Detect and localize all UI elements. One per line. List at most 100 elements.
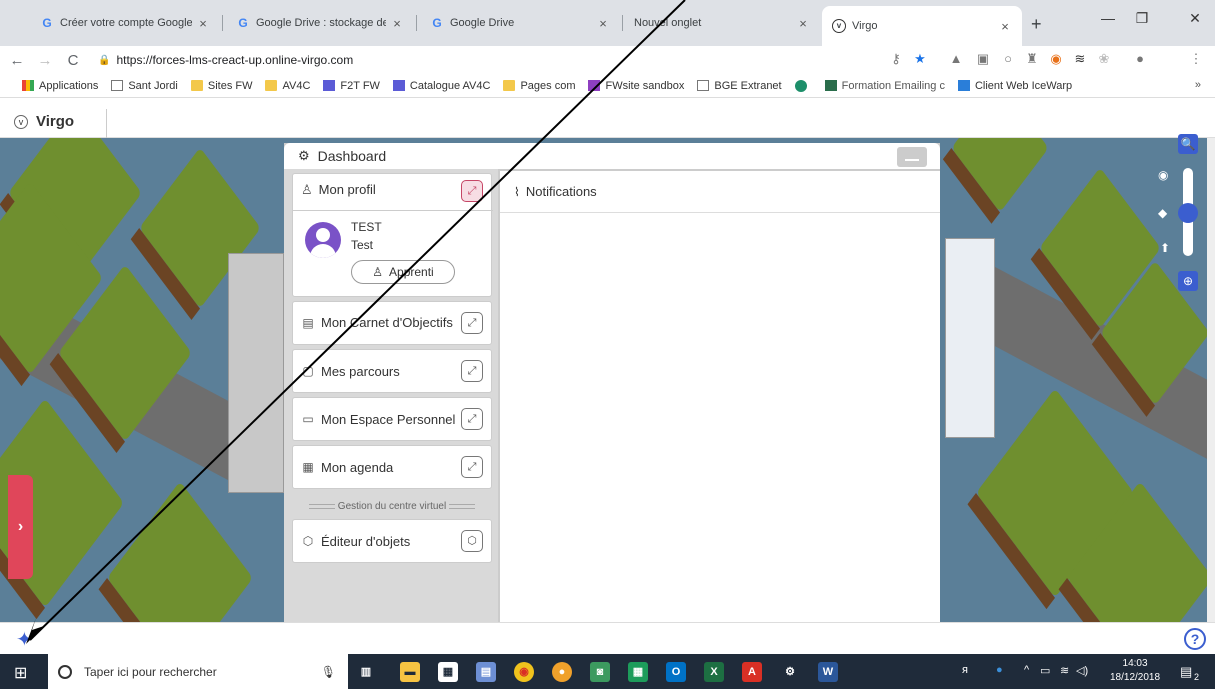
close-tab-icon[interactable]: ×: [596, 16, 610, 31]
extension-icon[interactable]: ▣: [975, 51, 991, 67]
bookmark-formation-emailing[interactable]: Formation Emailing c: [824, 80, 945, 92]
menu-kebab-icon[interactable]: ⋮: [1188, 51, 1204, 67]
app-icon[interactable]: ▦: [628, 662, 648, 682]
cube-open-icon[interactable]: ⬡: [461, 530, 483, 552]
menu-espace-personnel[interactable]: ▭ Mon Espace Personnel ⤢: [292, 397, 492, 441]
virgo-menu-icon[interactable]: ✦: [16, 627, 38, 651]
system-clock[interactable]: 14:03 18/12/2018: [1110, 657, 1160, 685]
eye-view-icon[interactable]: ◆: [1158, 206, 1167, 220]
app-icon[interactable]: ▤: [476, 662, 496, 682]
bookmark-sant-jordi[interactable]: Sant Jordi: [111, 80, 178, 92]
store-icon[interactable]: ▦: [438, 662, 458, 682]
menu-mes-parcours[interactable]: ▢ Mes parcours ⤢: [292, 349, 492, 393]
fw-icon: [588, 80, 601, 91]
menu-carnet-objectifs[interactable]: ▤ Mon Carnet d'Objectifs ⤢: [292, 301, 492, 345]
tab-google-drive-storage[interactable]: G Google Drive : stockage de fich ×: [226, 8, 414, 38]
person-view-icon[interactable]: ⬆: [1160, 241, 1170, 255]
extension-icon[interactable]: ♜: [1024, 51, 1040, 67]
profile-avatar-icon[interactable]: ●: [1132, 51, 1148, 67]
list-icon: [392, 80, 405, 91]
apps-grid-icon: [22, 80, 34, 91]
reload-icon[interactable]: C: [62, 52, 84, 69]
zoom-slider-knob[interactable]: [1178, 203, 1198, 223]
wifi-icon[interactable]: ≋: [1060, 664, 1069, 677]
menu-mon-agenda[interactable]: ▦ Mon agenda ⤢: [292, 445, 492, 489]
forward-arrow-icon[interactable]: →: [34, 52, 56, 69]
menu-editeur-objets[interactable]: ⬡ Éditeur d'objets ⬡: [292, 519, 492, 563]
bookmark-circle[interactable]: [794, 79, 812, 92]
close-window-icon[interactable]: ✕: [1180, 10, 1210, 27]
bookmark-applications[interactable]: Applications: [22, 80, 98, 92]
extension-icon[interactable]: ◉: [1048, 51, 1064, 67]
close-tab-icon[interactable]: ×: [390, 16, 404, 31]
bookmark-sites-fw[interactable]: Sites FW: [190, 80, 252, 92]
key-icon[interactable]: ⚷: [888, 51, 904, 67]
extension-icon[interactable]: ▲: [948, 51, 964, 67]
profile-header[interactable]: ♙ Mon profil: [301, 182, 376, 198]
notification-center-icon[interactable]: ▤: [1180, 664, 1192, 680]
windows-start-icon[interactable]: ⊞: [14, 663, 27, 683]
open-icon[interactable]: ⤢: [461, 360, 483, 382]
excel-icon[interactable]: X: [704, 662, 724, 682]
globe-view-icon[interactable]: ◉: [1158, 168, 1168, 182]
tab-create-google-account[interactable]: G Créer votre compte Google ×: [30, 8, 220, 38]
minimize-dashboard-button[interactable]: [897, 147, 927, 167]
help-tray-icon[interactable]: ●: [996, 664, 1003, 676]
tab-virgo[interactable]: v Virgo ×: [822, 6, 1022, 46]
app-logo[interactable]: v Virgo: [14, 113, 74, 130]
user-icon: ♙: [301, 182, 313, 197]
dashboard-title: Dashboard: [317, 148, 387, 164]
role-badge[interactable]: ♙ Apprenti: [351, 260, 455, 284]
more-bookmarks-icon[interactable]: »: [1195, 79, 1201, 91]
chrome-icon[interactable]: ◉: [514, 662, 534, 682]
minimize-window-icon[interactable]: —: [1093, 10, 1123, 26]
restore-window-icon[interactable]: ❐: [1127, 10, 1157, 27]
file-explorer-icon[interactable]: ▬: [400, 662, 420, 682]
zoom-in-icon[interactable]: ⊕: [1178, 271, 1198, 291]
people-icon[interactable]: ᴙ: [962, 664, 968, 676]
open-icon[interactable]: ⤢: [461, 312, 483, 334]
open-icon[interactable]: ⤢: [461, 456, 483, 478]
bookmark-fwsite-sandbox[interactable]: FWsite sandbox: [588, 80, 684, 92]
close-tab-icon[interactable]: ×: [196, 16, 210, 31]
extension-icon[interactable]: ○: [1000, 51, 1016, 67]
microphone-icon[interactable]: 🎙: [321, 665, 336, 679]
close-tab-icon[interactable]: ×: [796, 16, 810, 31]
settings-gear-icon[interactable]: ⚙: [780, 662, 800, 682]
outlook-icon[interactable]: O: [666, 662, 686, 682]
side-panel-toggle[interactable]: ›: [8, 475, 33, 579]
app-icon[interactable]: ●: [552, 662, 572, 682]
notifications-header[interactable]: ⌇ Notifications: [500, 171, 940, 213]
taskbar-search[interactable]: Taper ici pour rechercher 🎙: [48, 654, 348, 689]
help-icon[interactable]: ?: [1184, 628, 1206, 650]
word-icon[interactable]: W: [818, 662, 838, 682]
acrobat-icon[interactable]: A: [742, 662, 762, 682]
bookmark-pages-com[interactable]: Pages com: [503, 80, 575, 92]
app-icon[interactable]: ◙: [590, 662, 610, 682]
new-tab-button[interactable]: +: [1031, 14, 1042, 35]
back-arrow-icon[interactable]: ←: [6, 52, 28, 69]
battery-icon[interactable]: ▭: [1040, 664, 1050, 677]
profile-open-button[interactable]: ⤢: [461, 180, 483, 202]
bookmark-star-icon[interactable]: ★: [912, 51, 928, 67]
extension-icon[interactable]: ≋: [1072, 51, 1088, 67]
bookmark-f2t-fw[interactable]: F2T FW: [323, 80, 380, 92]
bookmark-bge-extranet[interactable]: BGE Extranet: [697, 80, 782, 92]
folder-icon: [503, 80, 516, 91]
bookmark-client-web-icewarp[interactable]: Client Web IceWarp: [957, 80, 1072, 92]
bookmark-catalogue-av4c[interactable]: Catalogue AV4C: [392, 80, 490, 92]
address-bar[interactable]: https://forces-lms-creact-up.online-virg…: [116, 53, 353, 67]
tray-chevron-icon[interactable]: ^: [1024, 664, 1029, 676]
open-icon[interactable]: ⤢: [461, 408, 483, 430]
zoom-out-icon[interactable]: 🔍: [1178, 134, 1198, 154]
extension-icon[interactable]: ❀: [1096, 51, 1112, 67]
chevron-right-icon: ›: [17, 518, 24, 535]
volume-icon[interactable]: ◁): [1076, 664, 1088, 677]
bookmark-av4c[interactable]: AV4C: [265, 80, 310, 92]
close-tab-icon[interactable]: ×: [998, 19, 1012, 34]
task-view-icon[interactable]: ▥: [356, 662, 376, 682]
grass-island: [98, 481, 253, 622]
tab-google-drive[interactable]: G Google Drive ×: [420, 8, 620, 38]
world-scrollbar[interactable]: [1207, 138, 1215, 622]
tab-new-tab[interactable]: Nouvel onglet ×: [624, 8, 820, 38]
